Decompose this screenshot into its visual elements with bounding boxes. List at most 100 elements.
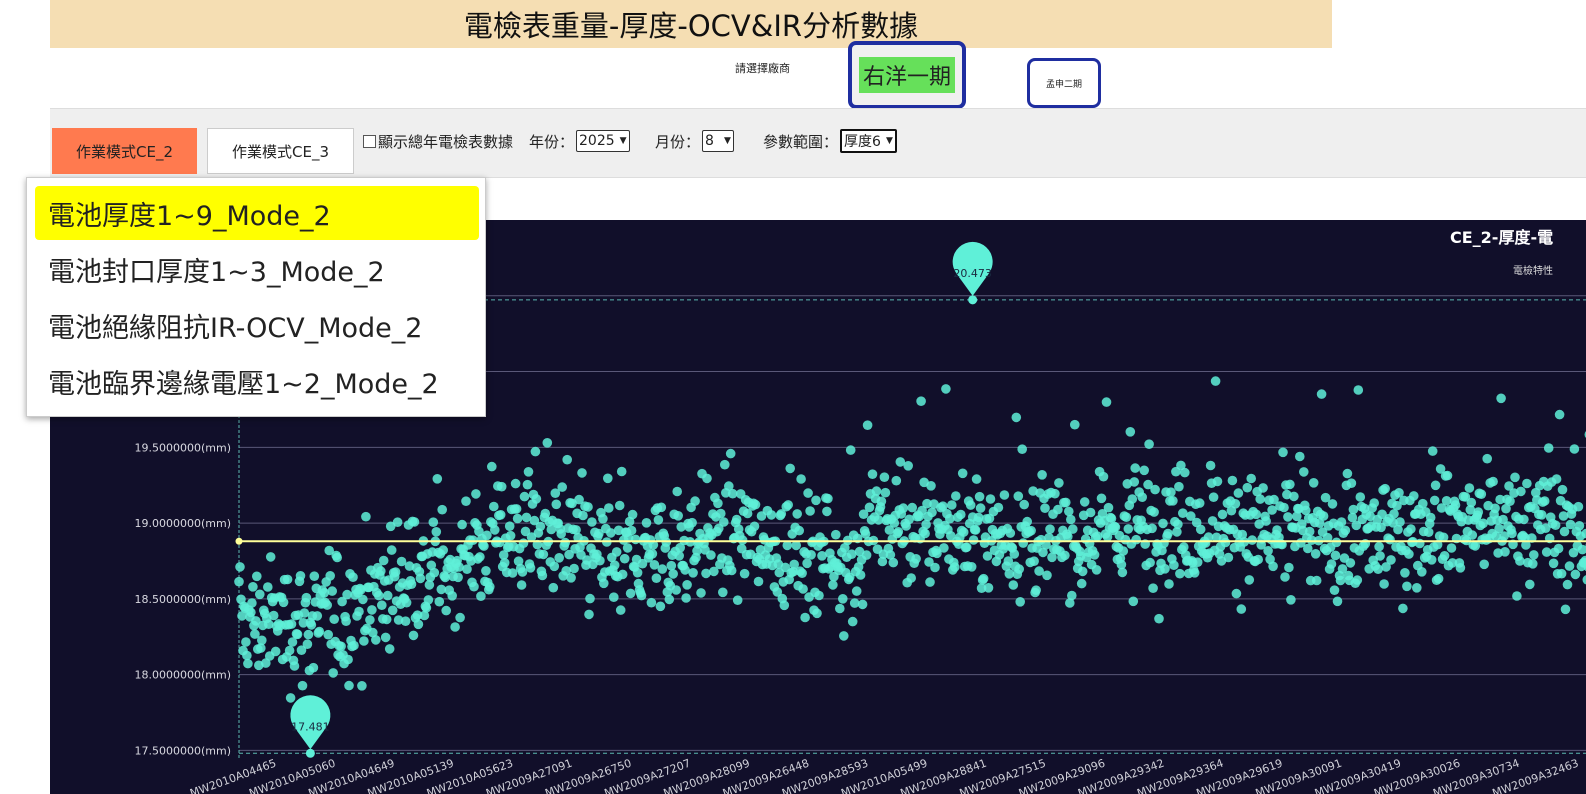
data-point <box>798 584 808 594</box>
data-point <box>632 567 643 578</box>
param-select[interactable]: 厚度6 ▼ <box>840 129 897 153</box>
data-point <box>916 396 926 406</box>
data-point <box>1149 507 1159 517</box>
factory-button-youyang-1[interactable]: 右洋一期 <box>848 41 966 109</box>
data-point <box>1429 495 1440 506</box>
data-point <box>1398 603 1408 614</box>
data-point <box>421 603 432 613</box>
data-point <box>1026 525 1036 536</box>
data-point <box>1110 522 1121 532</box>
data-point <box>851 586 862 596</box>
data-point <box>792 509 802 519</box>
menu-item-seal-thickness[interactable]: 電池封口厚度1~3_Mode_2 <box>35 242 479 296</box>
max-marker-label: 20.473 <box>953 267 992 280</box>
data-point <box>327 586 338 596</box>
data-point <box>1174 481 1184 492</box>
data-point <box>1346 478 1357 489</box>
data-point <box>1255 494 1265 504</box>
data-point <box>1352 575 1363 585</box>
data-point <box>956 509 966 520</box>
mode-ce2-button[interactable]: 作業模式CE_2 <box>52 128 197 174</box>
menu-item-insulation-ir-ocv[interactable]: 電池絕緣阻抗IR-OCV_Mode_2 <box>35 298 479 352</box>
data-point <box>1098 471 1109 482</box>
data-point <box>431 527 442 537</box>
data-point <box>1005 528 1016 538</box>
data-point <box>1139 465 1149 476</box>
data-point <box>415 573 426 584</box>
data-point <box>930 562 940 573</box>
data-point <box>1550 520 1561 530</box>
data-point <box>562 454 572 465</box>
data-point <box>1529 550 1539 560</box>
show-all-year-toggle[interactable]: 顯示總年電檢表數據 <box>363 130 513 152</box>
data-point <box>687 517 697 528</box>
data-point <box>357 681 367 691</box>
data-point <box>242 650 252 661</box>
data-point <box>1130 463 1140 473</box>
data-point <box>1118 546 1129 556</box>
data-point <box>312 611 323 621</box>
data-point <box>437 504 448 515</box>
data-point <box>1564 561 1575 571</box>
data-point <box>349 640 359 651</box>
data-point <box>1374 541 1384 552</box>
data-point <box>1195 524 1206 535</box>
data-point <box>845 445 856 455</box>
data-point <box>847 616 858 627</box>
data-point <box>248 582 258 592</box>
data-point <box>906 573 916 583</box>
chart-title: CE_2-厚度-電 <box>1450 228 1554 247</box>
data-point <box>983 583 994 593</box>
data-point <box>540 508 551 519</box>
data-point <box>297 680 308 691</box>
data-point <box>1466 497 1477 508</box>
data-point <box>1154 613 1164 624</box>
data-point <box>386 545 397 555</box>
data-point <box>861 550 872 560</box>
data-point <box>1144 439 1154 449</box>
menu-item-edge-voltage[interactable]: 電池臨界邊緣電壓1~2_Mode_2 <box>35 354 479 408</box>
data-point <box>378 555 389 566</box>
data-point <box>609 592 619 602</box>
data-point <box>646 597 657 608</box>
data-point <box>341 616 351 626</box>
data-point <box>1037 470 1047 480</box>
data-point <box>252 571 262 582</box>
factory-button-mengshen-2[interactable]: 孟申二期 <box>1027 58 1101 108</box>
menu-item-thickness[interactable]: 電池厚度1~9_Mode_2 <box>35 186 479 240</box>
data-point <box>289 661 300 671</box>
show-all-year-checkbox[interactable] <box>363 134 376 148</box>
year-control: 年份： 2025 ▼ <box>529 130 630 152</box>
mean-line-marker <box>235 537 243 545</box>
month-select[interactable]: 8 ▼ <box>702 130 734 152</box>
data-point <box>1425 512 1436 523</box>
data-point <box>381 614 392 625</box>
data-point <box>857 599 868 610</box>
data-point <box>957 468 968 479</box>
data-point <box>292 629 303 640</box>
data-point <box>408 630 419 641</box>
data-point <box>438 545 449 555</box>
data-point <box>537 570 548 581</box>
data-point <box>1242 482 1253 493</box>
data-point <box>1050 488 1060 499</box>
data-point <box>1169 560 1179 570</box>
data-point <box>1553 543 1564 554</box>
data-point <box>732 595 743 605</box>
factory-button-label: 右洋一期 <box>858 57 955 93</box>
data-point <box>585 593 595 604</box>
data-point <box>999 490 1010 500</box>
param-label: 參數範圍： <box>763 132 839 151</box>
data-point <box>542 438 553 448</box>
data-point <box>428 517 439 527</box>
data-point <box>343 654 353 665</box>
data-point <box>401 597 412 608</box>
data-point <box>1353 385 1364 395</box>
data-point <box>1442 470 1453 481</box>
data-point <box>549 561 560 572</box>
data-point <box>1326 559 1337 569</box>
data-point <box>1525 579 1535 590</box>
data-point <box>1395 517 1405 527</box>
year-select[interactable]: 2025 ▼ <box>576 130 630 152</box>
mode-ce3-button[interactable]: 作業模式CE_3 <box>207 128 354 174</box>
